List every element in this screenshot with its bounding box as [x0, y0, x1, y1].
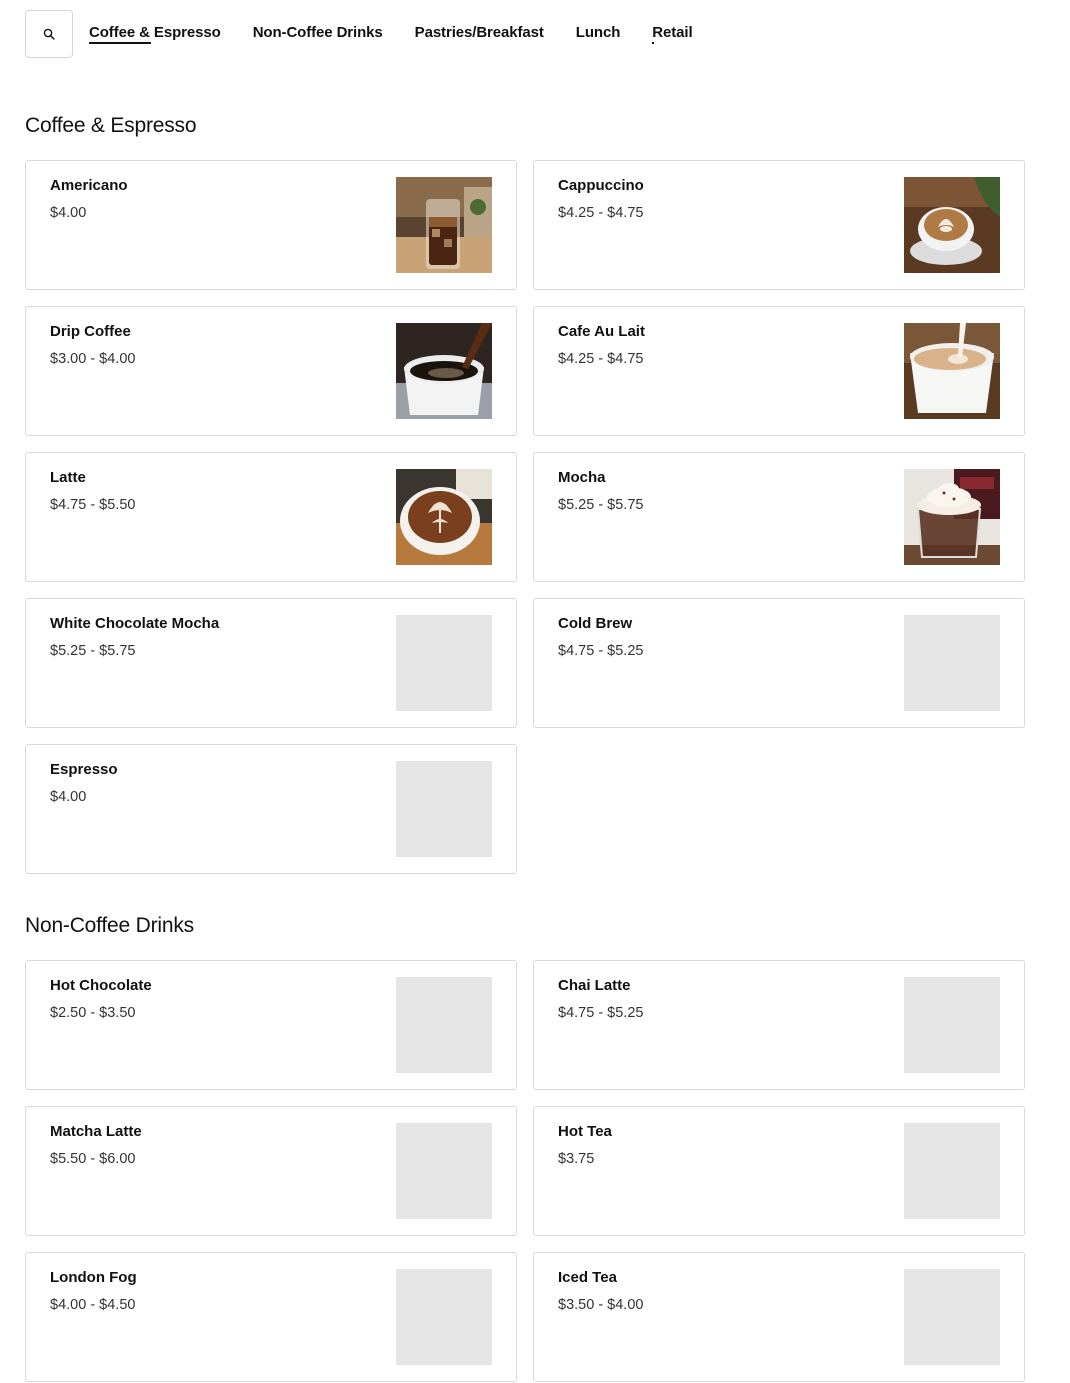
menu-item-price: $4.00 [50, 789, 87, 805]
menu-item-name: Hot Tea [558, 1123, 612, 1140]
menu-item-name: Hot Chocolate [50, 977, 152, 994]
menu-item-card[interactable]: Hot Tea $3.75 [533, 1106, 1025, 1236]
menu-item-price: $3.75 [558, 1151, 595, 1167]
image-placeholder [904, 1123, 1000, 1219]
latte-photo [396, 469, 492, 565]
menu-item-card[interactable]: Latte $4.75 - $5.50 [25, 452, 517, 582]
tab-non-coffee-drinks[interactable]: Non-Coffee Drinks [253, 10, 383, 58]
menu-item-name: Espresso [50, 761, 118, 778]
category-tabs: Coffee & Espresso Non-Coffee Drinks Past… [89, 10, 725, 58]
tab-lunch[interactable]: Lunch [576, 10, 621, 58]
cafe-au-lait-photo [904, 323, 1000, 419]
mocha-photo [904, 469, 1000, 565]
tab-coffee-espresso[interactable]: Coffee & Espresso [89, 10, 221, 58]
iced-americano-photo [396, 177, 492, 273]
menu-item-name: Matcha Latte [50, 1123, 142, 1140]
menu-item-name: Cappuccino [558, 177, 644, 194]
section-title-non-coffee-drinks: Non-Coffee Drinks [25, 914, 194, 937]
section-title-coffee-espresso: Coffee & Espresso [25, 114, 197, 137]
menu-item-name: White Chocolate Mocha [50, 615, 220, 632]
menu-item-card[interactable]: Cold Brew $4.75 - $5.25 [533, 598, 1025, 728]
drip-coffee-photo [396, 323, 492, 419]
menu-item-card[interactable]: Espresso $4.00 [25, 744, 517, 874]
menu-item-card[interactable]: Iced Tea $3.50 - $4.00 [533, 1252, 1025, 1382]
menu-item-card[interactable]: Matcha Latte $5.50 - $6.00 [25, 1106, 517, 1236]
menu-item-name: London Fog [50, 1269, 137, 1286]
search-button[interactable] [25, 10, 73, 58]
menu-item-price: $4.25 - $4.75 [558, 351, 644, 367]
cappuccino-photo [904, 177, 1000, 273]
menu-item-name: Chai Latte [558, 977, 631, 994]
menu-item-card[interactable]: Cafe Au Lait $4.25 - $4.75 [533, 306, 1025, 436]
menu-item-price: $5.50 - $6.00 [50, 1151, 136, 1167]
image-placeholder [396, 977, 492, 1073]
menu-item-price: $4.00 [50, 205, 87, 221]
menu-item-price: $5.25 - $5.75 [558, 497, 644, 513]
menu-item-card[interactable]: Mocha $5.25 - $5.75 [533, 452, 1025, 582]
image-placeholder [904, 977, 1000, 1073]
image-placeholder [904, 1269, 1000, 1365]
menu-item-price: $4.00 - $4.50 [50, 1297, 136, 1313]
category-nav: Coffee & Espresso Non-Coffee Drinks Past… [25, 10, 725, 58]
menu-item-name: Cold Brew [558, 615, 633, 632]
menu-item-card[interactable]: London Fog $4.00 - $4.50 [25, 1252, 517, 1382]
menu-item-card[interactable]: Hot Chocolate $2.50 - $3.50 [25, 960, 517, 1090]
menu-item-name: Cafe Au Lait [558, 323, 645, 340]
image-placeholder [396, 1123, 492, 1219]
menu-item-name: Mocha [558, 469, 606, 486]
menu-item-name: Drip Coffee [50, 323, 131, 340]
menu-item-card[interactable]: Cappuccino $4.25 - $4.75 [533, 160, 1025, 290]
menu-item-name: Iced Tea [558, 1269, 617, 1286]
tab-pastries-breakfast[interactable]: Pastries/Breakfast [415, 10, 544, 58]
menu-item-price: $4.75 - $5.25 [558, 1005, 644, 1021]
menu-item-card[interactable]: Drip Coffee $3.00 - $4.00 [25, 306, 517, 436]
image-placeholder [396, 761, 492, 857]
search-icon [43, 28, 55, 40]
tab-retail[interactable]: Retail [652, 10, 693, 58]
menu-item-card[interactable]: White Chocolate Mocha $5.25 - $5.75 [25, 598, 517, 728]
menu-item-name: Americano [50, 177, 128, 194]
image-placeholder [396, 615, 492, 711]
menu-item-name: Latte [50, 469, 86, 486]
menu-item-card[interactable]: Americano $4.00 [25, 160, 517, 290]
menu-item-price: $3.50 - $4.00 [558, 1297, 644, 1313]
menu-item-price: $5.25 - $5.75 [50, 643, 136, 659]
menu-item-price: $4.75 - $5.25 [558, 643, 644, 659]
image-placeholder [904, 615, 1000, 711]
menu-item-price: $3.00 - $4.00 [50, 351, 136, 367]
menu-item-price: $4.25 - $4.75 [558, 205, 644, 221]
menu-item-card[interactable]: Chai Latte $4.75 - $5.25 [533, 960, 1025, 1090]
image-placeholder [396, 1269, 492, 1365]
menu-item-price: $4.75 - $5.50 [50, 497, 136, 513]
menu-item-price: $2.50 - $3.50 [50, 1005, 136, 1021]
